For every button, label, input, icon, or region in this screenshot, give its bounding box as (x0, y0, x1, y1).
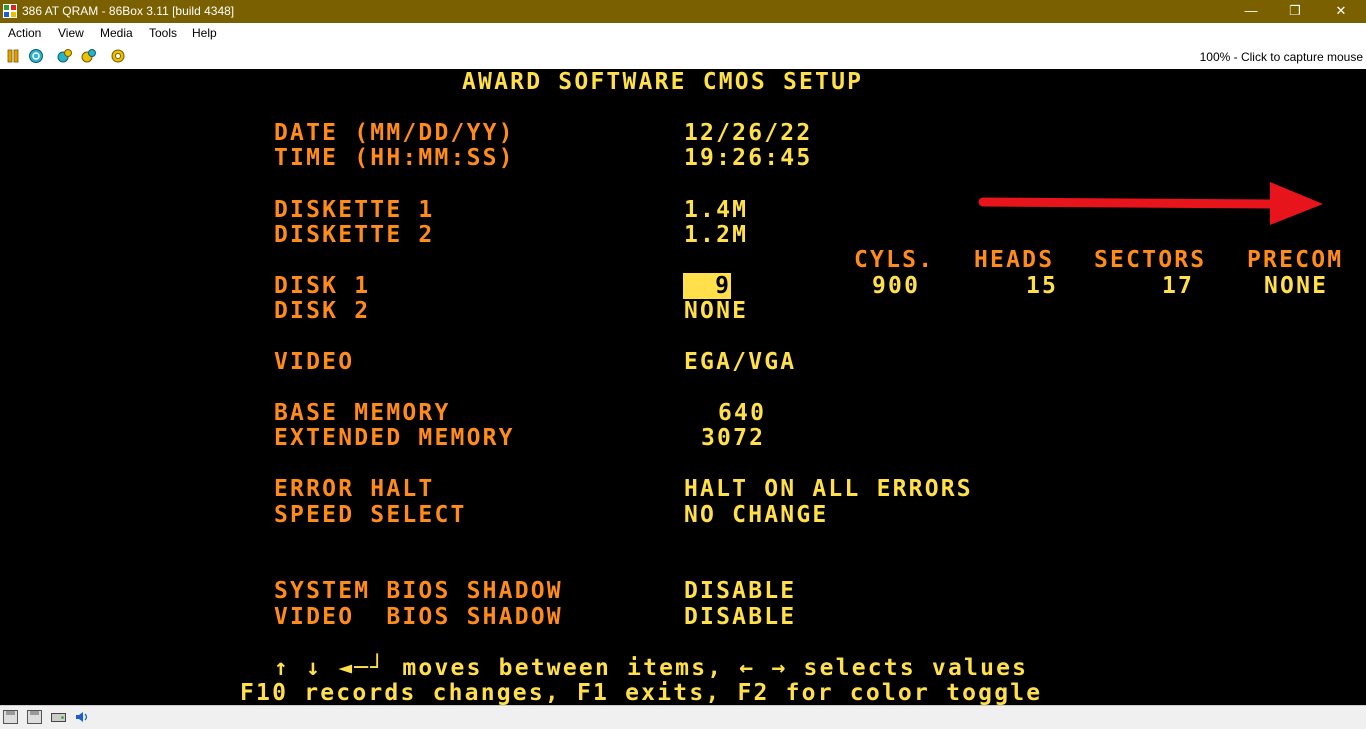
header-heads: HEADS (974, 247, 1055, 273)
minimize-button[interactable]: — (1228, 0, 1274, 23)
ctrl-alt-esc-icon[interactable] (81, 48, 97, 64)
diskette1-label: DISKETTE 1 (274, 197, 435, 223)
date-label: DATE (MM/DD/YY) (274, 120, 515, 146)
floppy-2-icon[interactable] (27, 710, 42, 724)
menu-view[interactable]: View (58, 26, 84, 40)
menu-action[interactable]: Action (8, 26, 41, 40)
disk2-value: NONE (684, 298, 749, 324)
disk1-precom: NONE (1264, 273, 1329, 299)
menu-help[interactable]: Help (192, 26, 217, 40)
hard-disk-icon[interactable] (51, 710, 66, 724)
disk1-value[interactable]: 9 (683, 273, 732, 299)
title-bar: 386 AT QRAM - 86Box 3.11 [build 4348] — … (0, 0, 1366, 23)
extended-memory-value: 3072 (701, 425, 766, 451)
disk1-label: DISK 1 (274, 273, 371, 299)
video-bios-shadow-value: DISABLE (684, 604, 797, 630)
video-bios-shadow-label: VIDEO BIOS SHADOW (274, 604, 563, 630)
settings-icon[interactable] (110, 48, 126, 64)
base-memory-value: 640 (718, 400, 767, 426)
status-bar (0, 705, 1366, 729)
base-memory-label: BASE MEMORY (274, 400, 451, 426)
close-button[interactable]: ✕ (1318, 0, 1364, 23)
red-arrow-annotation (978, 182, 1323, 225)
error-halt-label: ERROR HALT (274, 476, 435, 502)
date-value: 12/26/22 (684, 120, 813, 146)
header-cyls: CYLS. (854, 247, 935, 273)
menu-media[interactable]: Media (100, 26, 133, 40)
speed-select-label: SPEED SELECT (274, 502, 467, 528)
time-value: 19:26:45 (684, 145, 813, 171)
system-bios-shadow-value: DISABLE (684, 578, 797, 604)
ctrl-alt-del-icon[interactable] (57, 48, 73, 64)
disk1-sectors: 17 (1162, 273, 1195, 299)
capture-mouse-status[interactable]: 100% - Click to capture mouse (1200, 50, 1363, 64)
sound-icon[interactable] (75, 710, 90, 724)
window-title: 386 AT QRAM - 86Box 3.11 [build 4348] (22, 4, 235, 18)
extended-memory-label: EXTENDED MEMORY (274, 425, 515, 451)
error-halt-value: HALT ON ALL ERRORS (684, 476, 973, 502)
video-label: VIDEO (274, 349, 355, 375)
system-bios-shadow-label: SYSTEM BIOS SHADOW (274, 578, 563, 604)
header-precom: PRECOM (1247, 247, 1344, 273)
pause-icon[interactable] (5, 48, 21, 64)
disk2-label: DISK 2 (274, 298, 371, 324)
menu-bar: Action View Media Tools Help (0, 23, 1366, 44)
diskette2-label: DISKETTE 2 (274, 222, 435, 248)
time-label: TIME (HH:MM:SS) (274, 145, 515, 171)
bios-title: AWARD SOFTWARE CMOS SETUP (462, 69, 864, 95)
speed-select-value: NO CHANGE (684, 502, 829, 528)
86box-icon (3, 4, 17, 18)
disk1-heads: 15 (1026, 273, 1059, 299)
header-sectors: SECTORS (1094, 247, 1207, 273)
help-line-2: F10 records changes, F1 exits, F2 for co… (240, 680, 1043, 705)
toolbar: 100% - Click to capture mouse (0, 44, 1366, 70)
emulator-screen[interactable]: AWARD SOFTWARE CMOS SETUP DATE (MM/DD/YY… (0, 69, 1366, 705)
restore-button[interactable]: ❐ (1272, 0, 1318, 23)
help-line-1: ↑ ↓ ◄─┘ moves between items, ← → selects… (274, 655, 1029, 681)
disk1-cyls: 900 (872, 273, 921, 299)
diskette2-value: 1.2M (684, 222, 749, 248)
diskette1-value: 1.4M (684, 197, 749, 223)
reset-icon[interactable] (28, 48, 44, 64)
video-value: EGA/VGA (684, 349, 797, 375)
menu-tools[interactable]: Tools (149, 26, 177, 40)
floppy-1-icon[interactable] (3, 710, 18, 724)
